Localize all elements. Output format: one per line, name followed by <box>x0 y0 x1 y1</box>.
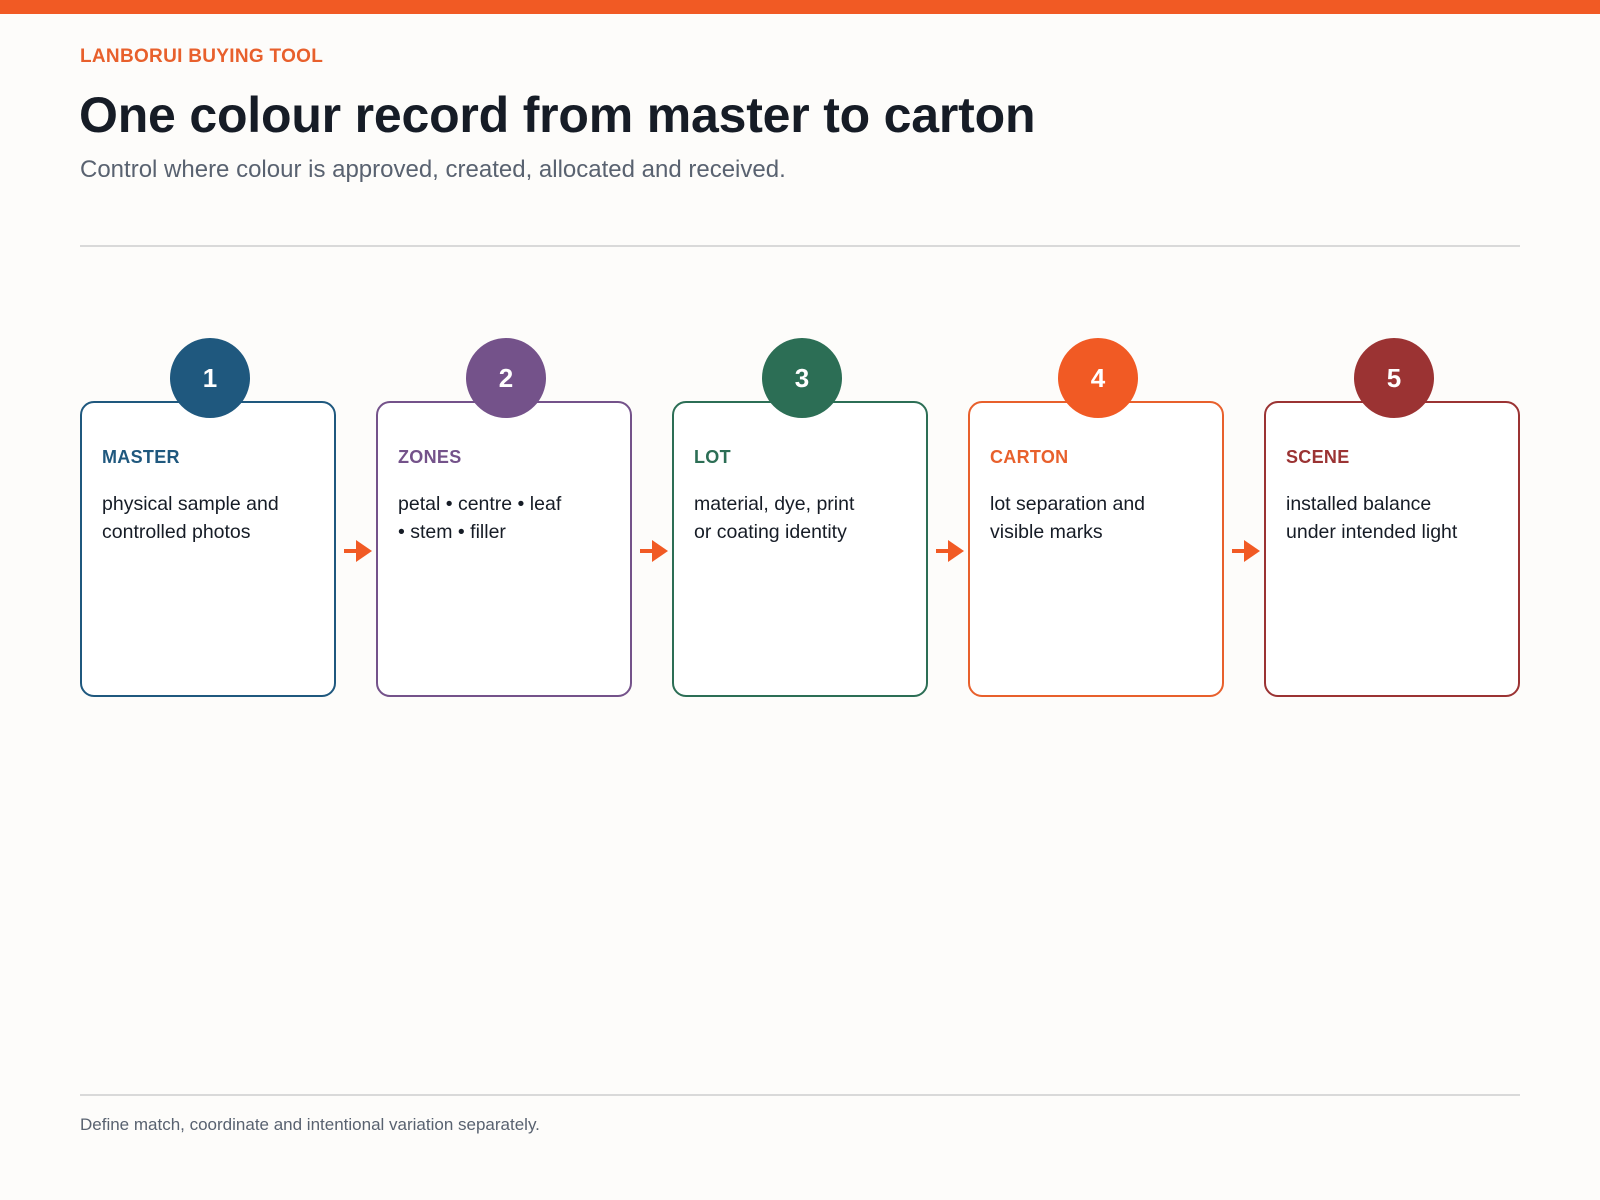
step-card-carton: CARTON lot separation and visible marks <box>968 401 1224 697</box>
step-label: SCENE <box>1286 447 1350 467</box>
step-card-scene: SCENE installed balance under intended li… <box>1264 401 1520 697</box>
step-description: material, dye, print or coating identity <box>694 493 855 543</box>
step-description: petal • centre • leaf • stem • filler <box>398 493 562 543</box>
step-card-lot: LOT material, dye, print or coating ident… <box>672 401 928 697</box>
page-title: One colour record from master to carton <box>79 87 1036 143</box>
step-card-master: MASTER physical sample and controlled pho… <box>80 401 336 697</box>
arrow-right-icon <box>640 540 668 562</box>
step-number-badge: 3 <box>762 338 842 418</box>
step-label: MASTER <box>102 447 180 467</box>
footer-divider <box>80 1094 1520 1096</box>
header-divider <box>80 245 1520 247</box>
step-label: ZONES <box>398 447 462 467</box>
eyebrow-label: LANBORUI BUYING TOOL <box>80 46 324 67</box>
step-number-badge: 4 <box>1058 338 1138 418</box>
step-number-badge: 1 <box>170 338 250 418</box>
step-description: installed balance under intended light <box>1286 493 1458 543</box>
step-card-zones: ZONES petal • centre • leaf • stem • fill… <box>376 401 632 697</box>
arrow-right-icon <box>344 540 372 562</box>
arrow-right-icon <box>936 540 964 562</box>
page-subtitle: Control where colour is approved, create… <box>80 156 786 183</box>
arrow-right-icon <box>1232 540 1260 562</box>
step-label: CARTON <box>990 447 1069 467</box>
step-label: LOT <box>694 447 731 467</box>
footer-note: Define match, coordinate and intentional… <box>80 1115 540 1134</box>
step-number-badge: 2 <box>466 338 546 418</box>
top-accent-bar <box>0 0 1600 14</box>
step-number-badge: 5 <box>1354 338 1434 418</box>
step-description: lot separation and visible marks <box>990 493 1146 543</box>
step-description: physical sample and controlled photos <box>102 493 279 543</box>
